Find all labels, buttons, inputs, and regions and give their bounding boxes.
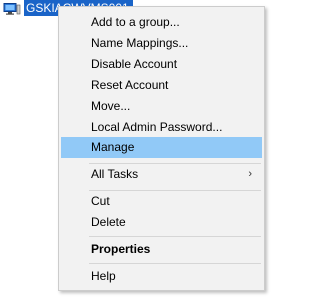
menu-separator	[89, 236, 261, 237]
menu-item-all-tasks[interactable]: All Tasks ›	[61, 164, 262, 185]
menu-item-all-tasks-label: All Tasks	[91, 167, 139, 181]
menu-item-reset-account[interactable]: Reset Account	[61, 75, 262, 96]
menu-item-delete[interactable]: Delete	[61, 212, 262, 233]
menu-separator	[89, 263, 261, 264]
menu-item-local-admin-password[interactable]: Local Admin Password...	[61, 117, 262, 138]
menu-item-name-mappings[interactable]: Name Mappings...	[61, 33, 262, 54]
chevron-right-icon: ›	[248, 168, 252, 180]
menu-item-add-to-group[interactable]: Add to a group...	[61, 12, 262, 33]
menu-item-disable-account[interactable]: Disable Account	[61, 54, 262, 75]
computer-icon	[3, 2, 21, 15]
menu-item-help[interactable]: Help	[61, 266, 262, 287]
menu-item-cut[interactable]: Cut	[61, 191, 262, 212]
menu-item-manage[interactable]: Manage	[61, 137, 262, 158]
menu-item-move[interactable]: Move...	[61, 96, 262, 117]
menu-item-properties[interactable]: Properties	[61, 239, 262, 260]
context-menu: Add to a group... Name Mappings... Disab…	[58, 6, 265, 291]
